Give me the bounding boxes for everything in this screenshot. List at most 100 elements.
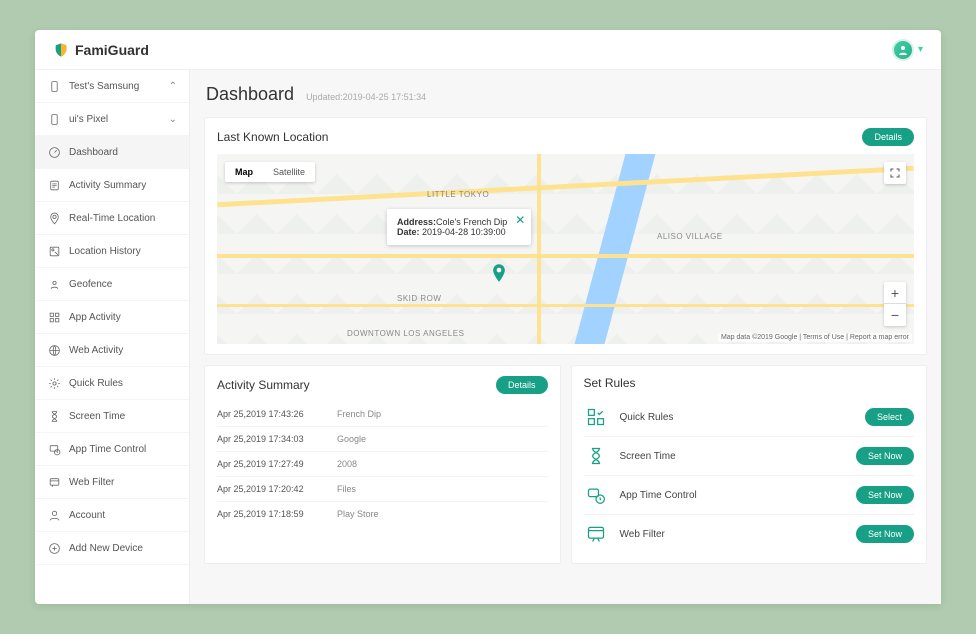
zoom-control: + − — [884, 282, 906, 326]
map-label: ALISO VILLAGE — [657, 232, 723, 241]
brand-logo[interactable]: FamiGuard — [53, 42, 149, 58]
device-icon — [47, 79, 61, 93]
sidebar-item-dashboard[interactable]: Dashboard — [35, 136, 189, 169]
rule-label: Screen Time — [620, 451, 856, 462]
address-value: Cole's French Dip — [436, 217, 507, 227]
activity-desc: Play Store — [337, 509, 548, 519]
sidebar-item-add-new-device[interactable]: Add New Device — [35, 532, 189, 565]
app-time-icon — [584, 484, 608, 506]
activity-list: Apr 25,2019 17:43:26 French Dip Apr 25,2… — [217, 402, 548, 526]
details-button[interactable]: Details — [496, 376, 548, 394]
sidebar-item-quick-rules[interactable]: Quick Rules — [35, 367, 189, 400]
nav-label: Add New Device — [69, 543, 177, 554]
rules-list: Quick Rules Select Screen Time Set Now A… — [584, 398, 915, 553]
sidebar-item-app-time-control[interactable]: App Time Control — [35, 433, 189, 466]
bottom-row: Activity Summary Details Apr 25,2019 17:… — [204, 365, 927, 564]
history-icon — [47, 244, 61, 258]
map-attribution: Map data ©2019 Google | Terms of Use | R… — [718, 333, 912, 342]
chevron-down-icon: ⌄ — [169, 114, 177, 125]
sidebar-item-web-filter[interactable]: Web Filter — [35, 466, 189, 499]
dashboard-icon — [47, 145, 61, 159]
filter-icon — [584, 523, 608, 545]
activity-time: Apr 25,2019 17:20:42 — [217, 484, 337, 494]
activity-row: Apr 25,2019 17:20:42 Files — [217, 477, 548, 502]
activity-desc: 2008 — [337, 459, 548, 469]
main-content: Dashboard Updated:2019-04-25 17:51:34 La… — [190, 70, 941, 604]
avatar — [892, 39, 914, 61]
details-button[interactable]: Details — [862, 128, 914, 146]
hourglass-icon — [47, 409, 61, 423]
zoom-out-button[interactable]: − — [884, 304, 906, 326]
sidebar-item-real-time-location[interactable]: Real-Time Location — [35, 202, 189, 235]
activity-row: Apr 25,2019 17:18:59 Play Store — [217, 502, 548, 526]
device-label: ui's Pixel — [69, 114, 161, 125]
app-window: FamiGuard ▾ Test's Samsung ⌃ ui's Pixel … — [35, 30, 941, 604]
hourglass-icon — [584, 445, 608, 467]
app-time-icon — [47, 442, 61, 456]
brand-name: FamiGuard — [75, 42, 149, 58]
sidebar-item-geofence[interactable]: Geofence — [35, 268, 189, 301]
updated-label: Updated:2019-04-25 17:51:34 — [306, 92, 426, 102]
fullscreen-icon[interactable] — [884, 162, 906, 184]
map-road — [217, 304, 914, 307]
map-label: LITTLE TOKYO — [427, 190, 489, 199]
map-label: DOWNTOWN LOS ANGELES — [347, 329, 464, 338]
sidebar-item-location-history[interactable]: Location History — [35, 235, 189, 268]
sidebar-item-app-activity[interactable]: App Activity — [35, 301, 189, 334]
activity-row: Apr 25,2019 17:27:49 2008 — [217, 452, 548, 477]
map-type-toggle[interactable]: Map Satellite — [225, 162, 315, 182]
rule-row-app-time-control: App Time Control Set Now — [584, 476, 915, 515]
address-label: Address: — [397, 217, 436, 227]
map-label: SKID ROW — [397, 294, 441, 303]
user-menu[interactable]: ▾ — [892, 39, 923, 61]
page-title: Dashboard — [206, 84, 294, 105]
nav-label: Real-Time Location — [69, 213, 177, 224]
rule-label: App Time Control — [620, 490, 856, 501]
topbar: FamiGuard ▾ — [35, 30, 941, 70]
device-item-pixel[interactable]: ui's Pixel ⌄ — [35, 103, 189, 136]
map-road — [217, 254, 914, 258]
card-title: Activity Summary — [217, 378, 310, 392]
nav-label: Screen Time — [69, 411, 177, 422]
rule-label: Web Filter — [620, 529, 856, 540]
close-icon[interactable]: ✕ — [515, 213, 525, 227]
set-now-button[interactable]: Set Now — [856, 525, 914, 543]
globe-icon — [47, 343, 61, 357]
activity-time: Apr 25,2019 17:43:26 — [217, 409, 337, 419]
device-item-samsung[interactable]: Test's Samsung ⌃ — [35, 70, 189, 103]
map-info-window: ✕ Address:Cole's French Dip Date: 2019-0… — [387, 209, 531, 245]
apps-icon — [47, 310, 61, 324]
rule-label: Quick Rules — [620, 412, 865, 423]
nav-label: Quick Rules — [69, 378, 177, 389]
card-title: Last Known Location — [217, 130, 328, 144]
map-marker-icon[interactable] — [492, 264, 506, 282]
map-road — [537, 154, 541, 344]
map-tab-map[interactable]: Map — [225, 162, 263, 182]
nav-label: Web Filter — [69, 477, 177, 488]
activity-time: Apr 25,2019 17:34:03 — [217, 434, 337, 444]
device-icon — [47, 112, 61, 126]
sidebar-item-account[interactable]: Account — [35, 499, 189, 532]
nav-label: Activity Summary — [69, 180, 177, 191]
zoom-in-button[interactable]: + — [884, 282, 906, 304]
list-icon — [47, 178, 61, 192]
sidebar-item-web-activity[interactable]: Web Activity — [35, 334, 189, 367]
map[interactable]: LITTLE TOKYO SKID ROW DOWNTOWN LOS ANGEL… — [217, 154, 914, 344]
nav-label: Location History — [69, 246, 177, 257]
map-tab-satellite[interactable]: Satellite — [263, 162, 315, 182]
sidebar-item-activity-summary[interactable]: Activity Summary — [35, 169, 189, 202]
sidebar-item-screen-time[interactable]: Screen Time — [35, 400, 189, 433]
select-button[interactable]: Select — [865, 408, 914, 426]
nav-label: Geofence — [69, 279, 177, 290]
set-now-button[interactable]: Set Now — [856, 447, 914, 465]
nav-label: Account — [69, 510, 177, 521]
filter-icon — [47, 475, 61, 489]
nav-label: App Activity — [69, 312, 177, 323]
sidebar: Test's Samsung ⌃ ui's Pixel ⌄ Dashboard … — [35, 70, 190, 604]
body: Test's Samsung ⌃ ui's Pixel ⌄ Dashboard … — [35, 70, 941, 604]
set-now-button[interactable]: Set Now — [856, 486, 914, 504]
page-header: Dashboard Updated:2019-04-25 17:51:34 — [204, 80, 927, 107]
rule-row-web-filter: Web Filter Set Now — [584, 515, 915, 553]
chevron-down-icon: ▾ — [918, 44, 923, 55]
activity-time: Apr 25,2019 17:27:49 — [217, 459, 337, 469]
